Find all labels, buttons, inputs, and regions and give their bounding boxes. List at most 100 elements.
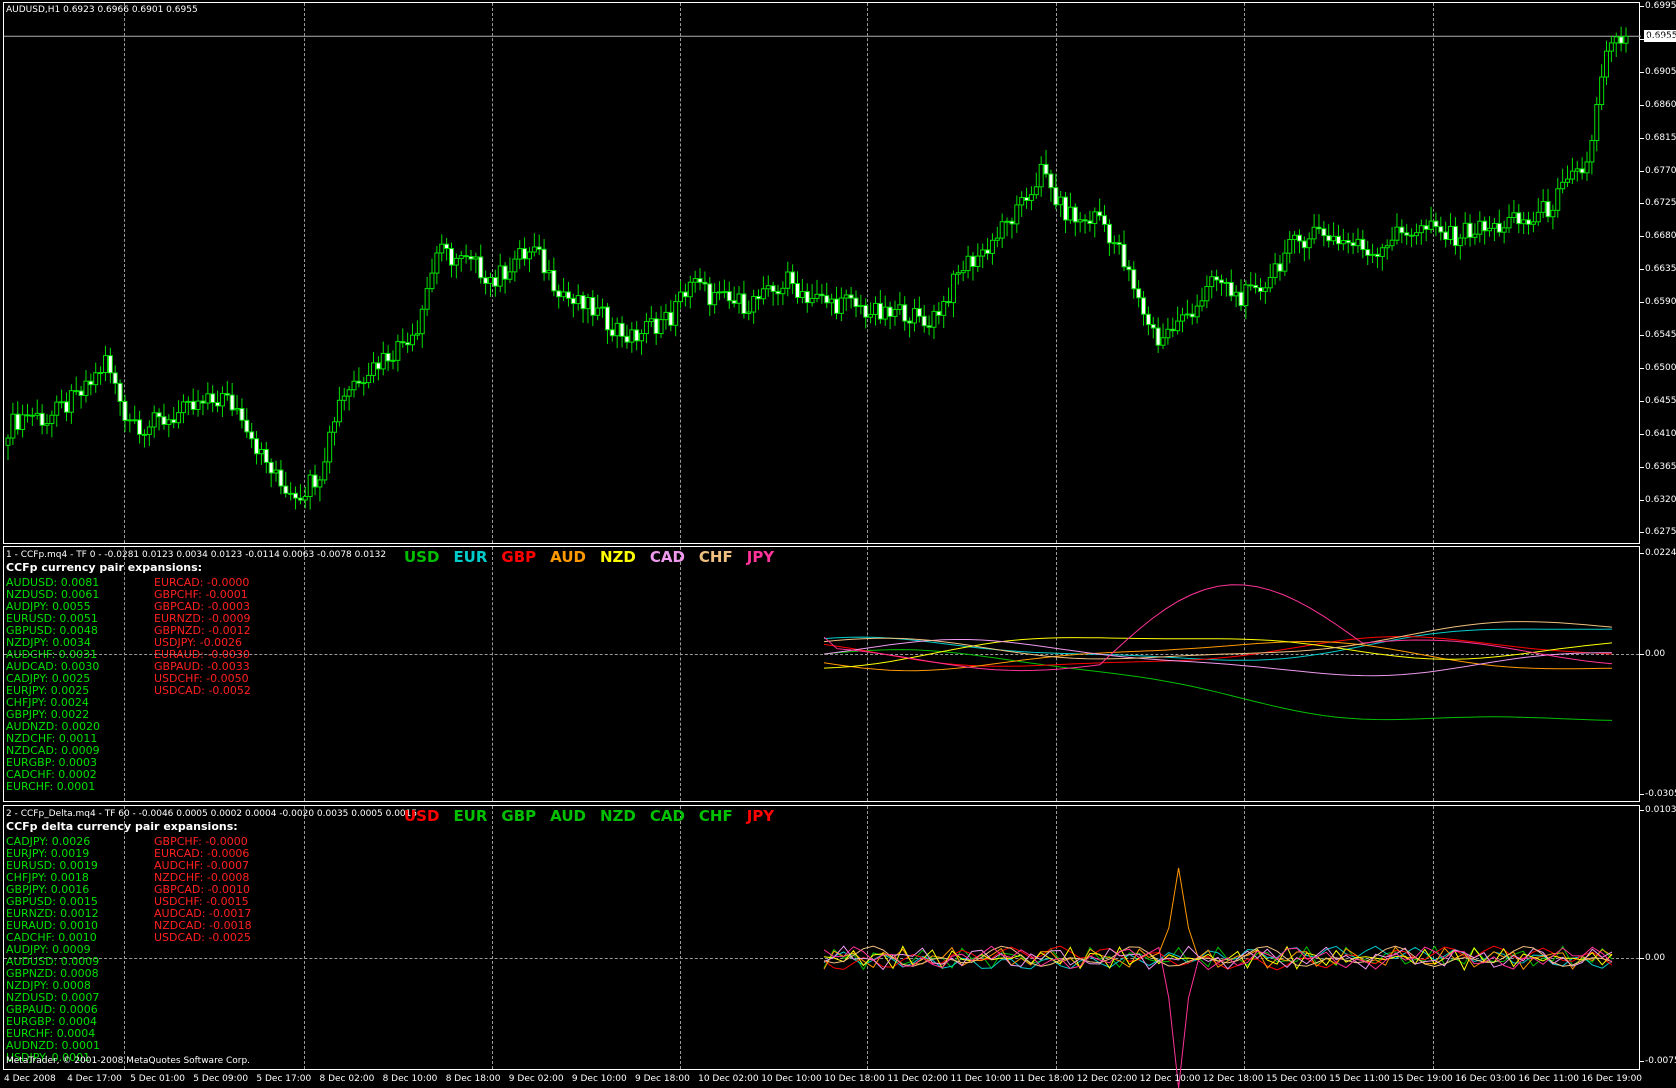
time-axis-label: 12 Dec 10:00 — [1139, 1074, 1201, 1084]
candle-body — [1384, 245, 1390, 249]
price-axis-label: 0.6770 — [1640, 165, 1676, 176]
candle-body — [614, 322, 620, 337]
candle-body — [366, 374, 372, 384]
candle-body — [531, 246, 537, 253]
candle-body — [770, 285, 776, 292]
candle-body — [1136, 288, 1142, 299]
candle-body — [1155, 327, 1161, 346]
candle-body — [1102, 215, 1108, 225]
candle-body — [604, 306, 610, 331]
candle-body — [1024, 197, 1030, 201]
candle-body — [1472, 233, 1478, 238]
candle-body — [721, 291, 727, 294]
candle-body — [804, 291, 810, 304]
time-axis-label: 4 Dec 17:00 — [67, 1074, 122, 1084]
candle-body — [215, 402, 221, 407]
candle-body — [1618, 36, 1624, 44]
candle-body — [843, 294, 849, 299]
candle-body — [775, 290, 781, 295]
time-axis-label: 15 Dec 19:00 — [1392, 1074, 1453, 1084]
candle-body — [317, 479, 323, 488]
ccfp-delta-pane[interactable]: 2 - CCFp_Delta.mq4 - TF 60 - -0.0046 0.0… — [3, 805, 1640, 1088]
price-axis-label: 0.6905 — [1640, 66, 1676, 77]
candle-body — [1287, 239, 1293, 254]
candle-body — [1545, 201, 1551, 218]
candle-body — [151, 412, 157, 428]
candle-body — [921, 315, 927, 327]
candle-body — [1394, 226, 1400, 241]
candle-body — [336, 399, 342, 423]
candle-body — [668, 311, 674, 326]
candle-body — [249, 431, 255, 440]
candle-body — [200, 400, 206, 404]
candle-body — [955, 272, 961, 275]
candle-body — [1067, 206, 1073, 221]
candle-body — [702, 281, 708, 285]
candle-body — [127, 419, 133, 422]
candle-body — [293, 492, 299, 499]
candle-body — [1019, 197, 1025, 206]
candle-body — [24, 414, 30, 417]
time-axis-label: 5 Dec 09:00 — [193, 1074, 249, 1084]
candle-body — [1340, 239, 1346, 245]
candle-body — [565, 291, 571, 299]
candle-body — [1184, 313, 1190, 316]
candle-body — [1321, 228, 1327, 237]
price-axis-label: 0.6320 — [1640, 494, 1676, 505]
delta-axis-zero: 0.00 — [1639, 953, 1666, 963]
candle-body — [107, 355, 113, 374]
price-axis-label: 0.6950 — [1640, 33, 1676, 44]
candle-body — [863, 304, 869, 318]
candle-body — [746, 311, 752, 314]
candle-body — [1145, 313, 1151, 326]
candle-body — [468, 256, 474, 260]
candle-body — [1599, 76, 1605, 106]
candle-body — [887, 306, 893, 317]
candle-body — [1501, 227, 1507, 233]
time-axis-label: 11 Dec 18:00 — [1013, 1074, 1075, 1084]
candle-body — [171, 419, 177, 424]
candle-body — [570, 297, 576, 305]
candle-body — [1374, 253, 1380, 257]
candle-body — [643, 321, 649, 335]
ccfp-indicator-pane[interactable]: 1 - CCFp.mq4 - TF 0 - -0.0281 0.0123 0.0… — [3, 546, 1640, 802]
candle-body — [483, 277, 489, 284]
candle-body — [283, 485, 289, 494]
candle-body — [751, 295, 757, 313]
candle-body — [507, 271, 513, 280]
candle-body — [1033, 186, 1039, 196]
candle-body — [833, 298, 839, 314]
candle-body — [541, 248, 547, 274]
price-axis-label: 0.6500 — [1640, 362, 1676, 373]
candle-body — [809, 297, 815, 304]
candle-body — [390, 359, 396, 362]
candle-body — [1009, 220, 1015, 225]
candle-body — [1267, 276, 1273, 289]
candle-body — [629, 329, 635, 343]
price-chart-pane[interactable]: AUDUSD,H1 0.6923 0.6966 0.6901 0.6955 — [3, 2, 1641, 544]
candle-body — [98, 372, 104, 375]
candle-body — [1331, 235, 1337, 242]
candle-body — [980, 249, 986, 257]
candle-body — [1452, 225, 1458, 247]
time-axis-label: 9 Dec 18:00 — [635, 1074, 690, 1084]
candle-body — [546, 270, 552, 274]
time-axis-label: 10 Dec 02:00 — [698, 1074, 759, 1084]
time-axis-label: 10 Dec 10:00 — [761, 1074, 822, 1084]
candle-body — [653, 318, 659, 335]
time-axis-label: 4 Dec 2008 — [4, 1074, 56, 1084]
candle-body — [312, 474, 318, 488]
candle-body — [273, 469, 279, 474]
candle-body — [1589, 140, 1595, 163]
candle-body — [892, 308, 898, 317]
candle-body — [102, 355, 108, 374]
candle-body — [853, 297, 859, 308]
candle-body — [63, 401, 69, 413]
candle-body — [332, 421, 338, 433]
candle-body — [29, 414, 35, 417]
ccfp-axis-bottom: -0.0305 — [1640, 789, 1676, 799]
candle-body — [639, 333, 645, 342]
candle-body — [877, 302, 883, 320]
candle-body — [829, 298, 835, 304]
candle-body — [1370, 253, 1376, 256]
